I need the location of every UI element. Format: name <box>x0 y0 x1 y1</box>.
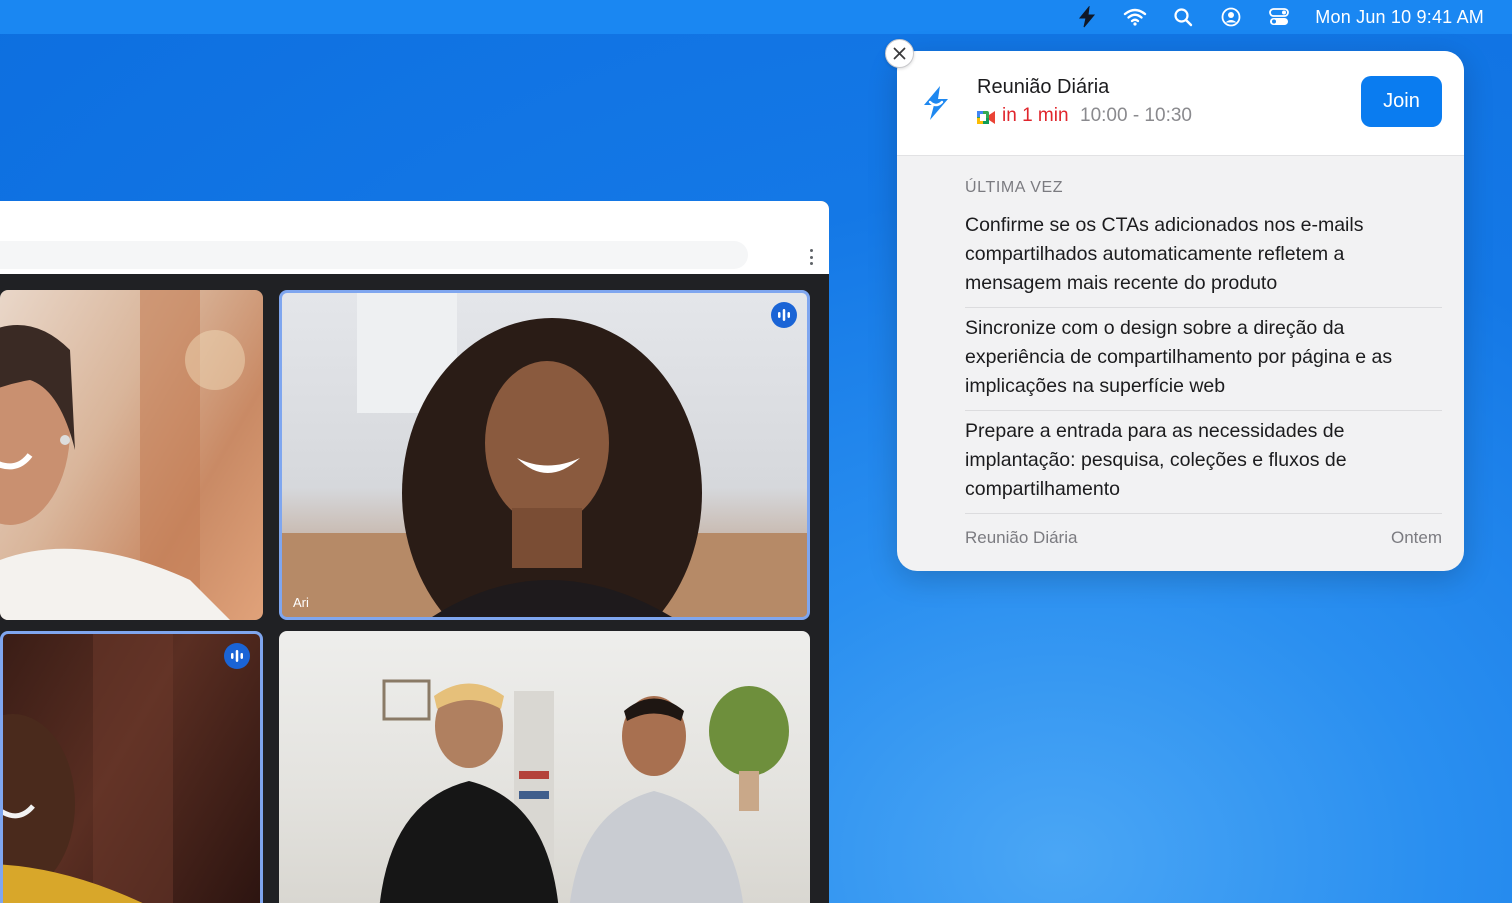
footer-source: Reunião Diária <box>965 528 1078 547</box>
speaking-indicator-icon <box>771 302 797 328</box>
close-icon <box>893 47 906 60</box>
address-bar[interactable] <box>0 241 748 269</box>
participant-video <box>0 290 245 620</box>
more-options-icon[interactable] <box>804 247 818 267</box>
user-circle-icon[interactable] <box>1219 5 1243 29</box>
participant-video <box>282 293 807 617</box>
join-button[interactable]: Join <box>1361 76 1442 127</box>
participant-video <box>379 679 789 903</box>
divider <box>965 307 1442 308</box>
meeting-time-range: 10:00 - 10:30 <box>1080 105 1192 126</box>
participant-tile[interactable] <box>0 631 263 903</box>
browser-toolbar <box>0 201 829 274</box>
starts-in-text: in 1 min <box>1002 105 1069 126</box>
participant-tile-ari[interactable]: Ari <box>279 290 810 620</box>
meeting-window: Ari <box>0 201 829 903</box>
meeting-notification-card[interactable]: Reunião Diária in 1 min 10:00 - 10:30 Jo… <box>897 51 1464 571</box>
speaking-indicator-icon <box>224 643 250 669</box>
participant-name: Ari <box>293 595 309 610</box>
notification-header: Reunião Diária in 1 min 10:00 - 10:30 Jo… <box>897 51 1464 156</box>
divider <box>965 513 1442 514</box>
close-notification-button[interactable] <box>885 39 914 68</box>
section-label: ÚLTIMA VEZ <box>965 179 1064 196</box>
control-center-icon[interactable] <box>1267 5 1291 29</box>
note-item: Prepare a entrada para as necessidades d… <box>965 420 1347 500</box>
meeting-title: Reunião Diária <box>977 76 1110 98</box>
participant-video <box>3 634 173 903</box>
lightning-app-icon <box>924 86 948 120</box>
search-icon[interactable] <box>1171 5 1195 29</box>
wifi-icon[interactable] <box>1123 5 1147 29</box>
menu-clock[interactable]: Mon Jun 10 9:41 AM <box>1315 7 1484 28</box>
menu-bar: Mon Jun 10 9:41 AM <box>0 0 1512 34</box>
participant-tile[interactable] <box>0 290 263 620</box>
lightning-app-icon[interactable] <box>1075 5 1099 29</box>
divider <box>965 410 1442 411</box>
note-item: Sincronize com o design sobre a direção … <box>965 317 1393 397</box>
google-meet-icon <box>977 111 995 124</box>
participant-tile[interactable] <box>279 631 810 903</box>
footer-date: Ontem <box>1390 528 1442 547</box>
note-item: Confirme se os CTAs adicionados nos e-ma… <box>965 214 1364 294</box>
